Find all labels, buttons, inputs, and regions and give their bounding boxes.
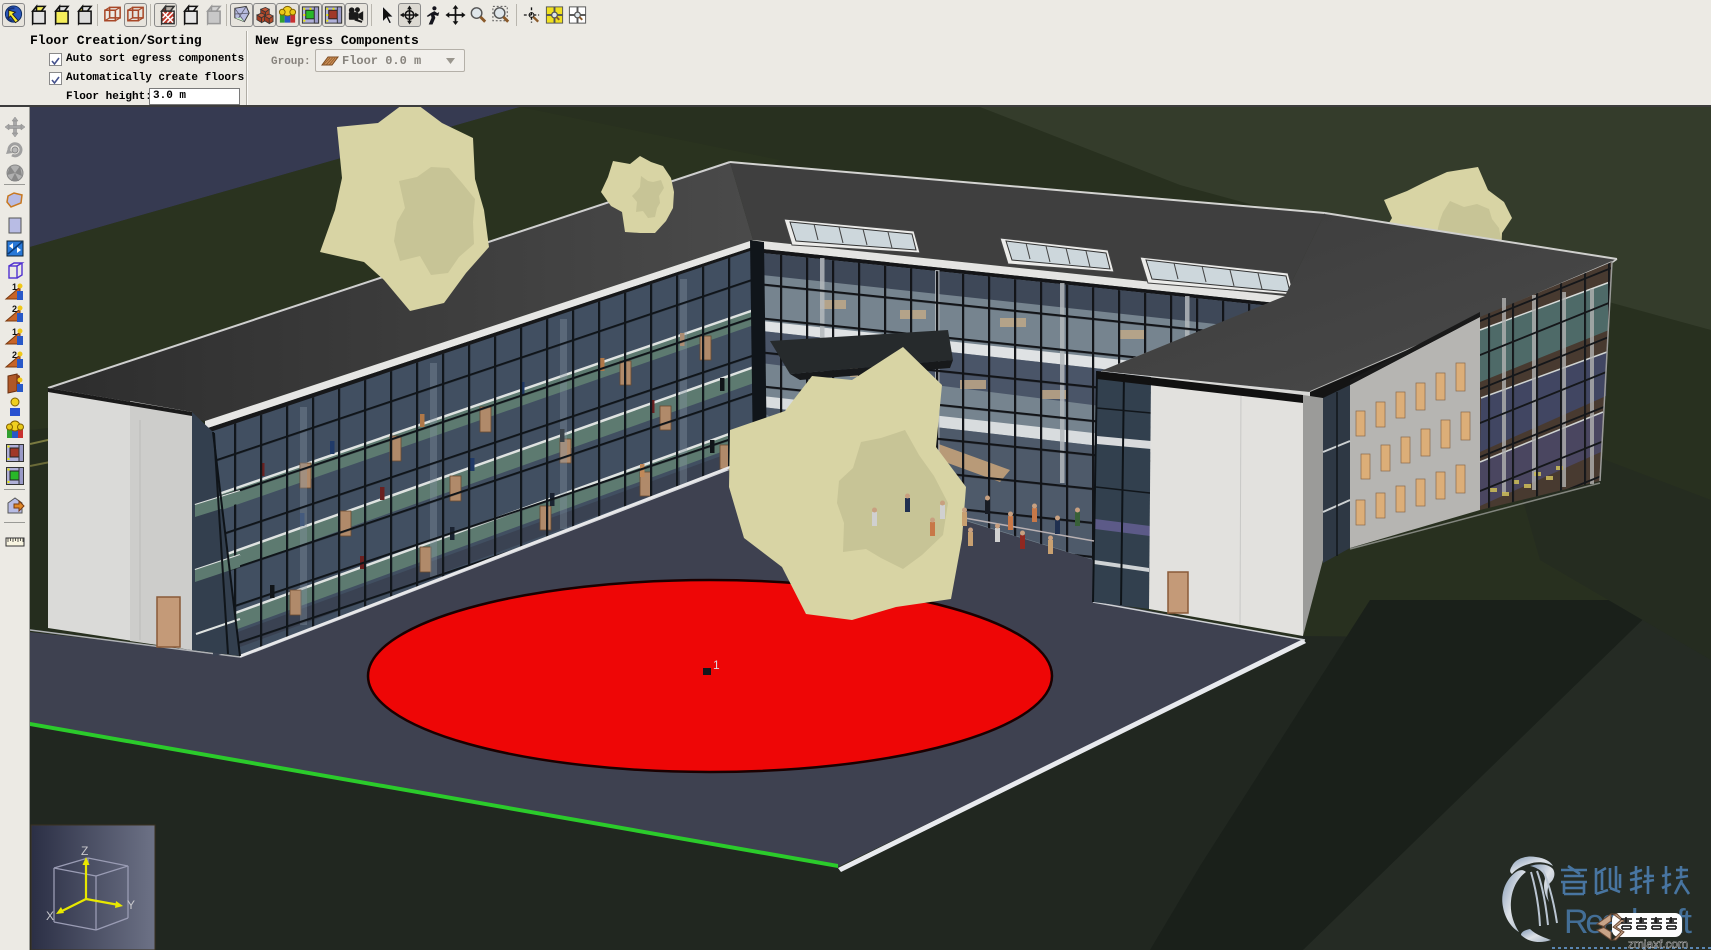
svg-text:Z: Z (81, 844, 88, 858)
svg-text:1: 1 (12, 327, 17, 337)
svg-text:zmjaxf.com: zmjaxf.com (1628, 937, 1688, 950)
svg-text:1: 1 (713, 658, 720, 672)
svg-text:X: X (46, 909, 54, 923)
svg-text:1: 1 (12, 282, 17, 292)
svg-text:2: 2 (12, 304, 17, 314)
svg-text:Y: Y (127, 898, 135, 912)
svg-text:2: 2 (12, 350, 17, 360)
